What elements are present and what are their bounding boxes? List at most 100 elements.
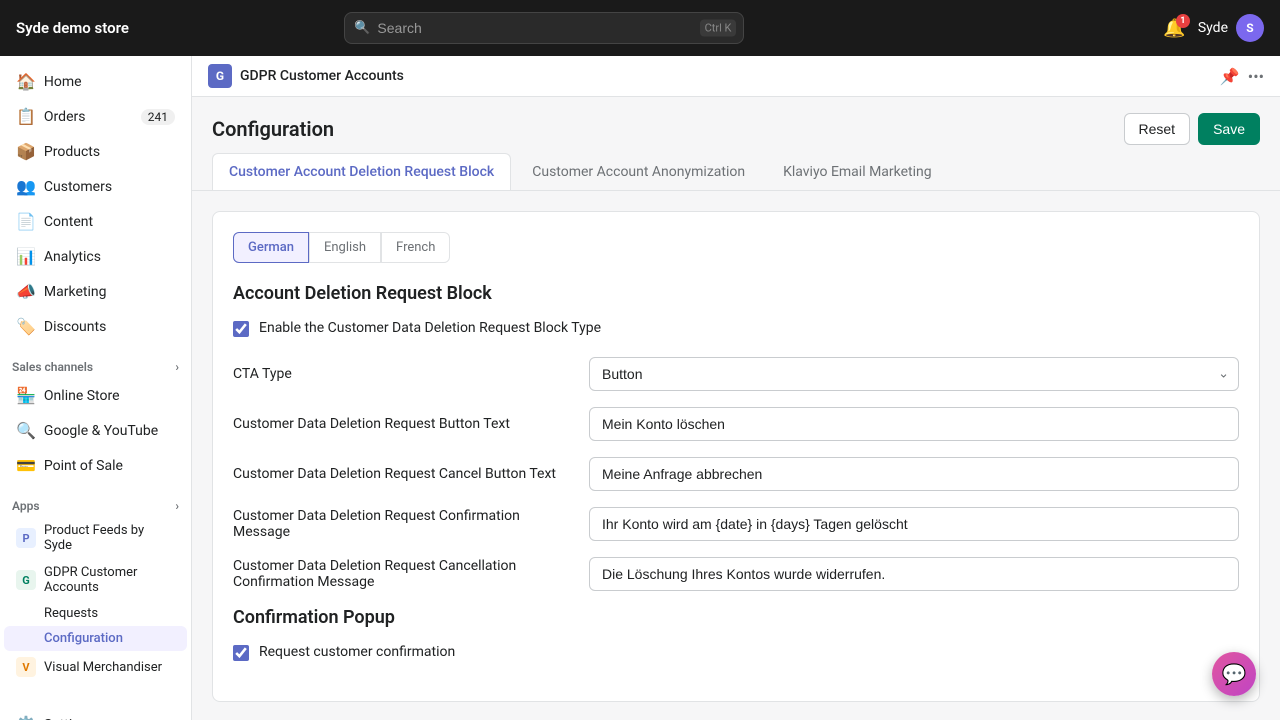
sidebar-label-orders: Orders [44, 109, 86, 125]
cancel-text-control [589, 457, 1239, 491]
sidebar-label-home: Home [44, 74, 82, 90]
marketing-icon: 📣 [16, 282, 36, 301]
button-text-row: Customer Data Deletion Request Button Te… [233, 407, 1239, 441]
cta-type-control: Button Link Modal ⌄ [589, 357, 1239, 391]
lang-tab-english[interactable]: English [309, 232, 381, 263]
sidebar-settings-label: Settings [44, 717, 95, 720]
tab-anonymization[interactable]: Customer Account Anonymization [515, 153, 762, 190]
sidebar: 🏠 Home 📋 Orders 241 📦 Products 👥 Custome… [0, 56, 192, 720]
sidebar-label-pos: Point of Sale [44, 458, 123, 474]
popup-section-title: Confirmation Popup [233, 607, 1239, 628]
lang-tab-german[interactable]: German [233, 232, 309, 263]
notification-bell[interactable]: 🔔 1 [1163, 18, 1185, 39]
content-icon: 📄 [16, 212, 36, 231]
tab-deletion-request[interactable]: Customer Account Deletion Request Block [212, 153, 511, 190]
pin-icon[interactable]: 📌 [1220, 67, 1240, 86]
google-icon: 🔍 [16, 421, 36, 440]
reset-button[interactable]: Reset [1124, 113, 1191, 145]
sidebar-settings[interactable]: ⚙️ Settings [4, 707, 187, 720]
tabs-bar: Customer Account Deletion Request Block … [192, 153, 1280, 191]
topbar-brand: Syde demo store [16, 19, 129, 37]
topbar-right: 🔔 1 Syde S [1163, 14, 1264, 42]
confirmation-msg-row: Customer Data Deletion Request Confirmat… [233, 507, 1239, 541]
sidebar-app-gdpr[interactable]: G GDPR Customer Accounts [4, 559, 187, 601]
sidebar-item-home[interactable]: 🏠 Home [4, 64, 187, 99]
sidebar-label-marketing: Marketing [44, 284, 107, 300]
app-header-actions: 📌 ••• [1220, 67, 1264, 86]
sidebar-label-analytics: Analytics [44, 249, 101, 265]
sidebar-app-product-feeds[interactable]: P Product Feeds by Syde [4, 517, 187, 559]
sidebar-label-discounts: Discounts [44, 319, 106, 335]
user-name: Syde [1198, 20, 1228, 36]
confirmation-msg-control [589, 507, 1239, 541]
apps-expand[interactable]: › [175, 499, 179, 513]
discounts-icon: 🏷️ [16, 317, 36, 336]
sidebar-label-google-youtube: Google & YouTube [44, 423, 158, 439]
product-feeds-icon: P [16, 528, 36, 548]
apps-section-label: Apps › [0, 491, 191, 517]
main-content: G GDPR Customer Accounts 📌 ••• Configura… [192, 56, 1280, 720]
app-header-title: GDPR Customer Accounts [240, 68, 404, 84]
sidebar-item-discounts[interactable]: 🏷️ Discounts [4, 309, 187, 344]
sidebar-label-products: Products [44, 144, 100, 160]
lang-tab-french[interactable]: French [381, 232, 450, 263]
cancellation-msg-control [589, 557, 1239, 591]
sidebar-main-nav: 🏠 Home 📋 Orders 241 📦 Products 👥 Custome… [0, 64, 191, 344]
pos-icon: 💳 [16, 456, 36, 475]
enable-checkbox-label: Enable the Customer Data Deletion Reques… [259, 320, 601, 336]
sidebar-label-customers: Customers [44, 179, 112, 195]
layout: 🏠 Home 📋 Orders 241 📦 Products 👥 Custome… [0, 56, 1280, 720]
popup-checkbox-row: Request customer confirmation [233, 644, 1239, 661]
chat-button[interactable]: 💬 [1212, 652, 1256, 696]
button-text-control [589, 407, 1239, 441]
sidebar-item-content[interactable]: 📄 Content [4, 204, 187, 239]
sidebar-item-analytics[interactable]: 📊 Analytics [4, 239, 187, 274]
sidebar-app-label-product-feeds: Product Feeds by Syde [44, 523, 175, 553]
cancel-text-label: Customer Data Deletion Request Cancel Bu… [233, 466, 573, 482]
sidebar-item-products[interactable]: 📦 Products [4, 134, 187, 169]
products-icon: 📦 [16, 142, 36, 161]
cancel-text-input[interactable] [589, 457, 1239, 491]
sidebar-item-orders[interactable]: 📋 Orders 241 [4, 99, 187, 134]
confirmation-msg-input[interactable] [589, 507, 1239, 541]
sidebar-item-customers[interactable]: 👥 Customers [4, 169, 187, 204]
cta-type-label: CTA Type [233, 366, 573, 382]
enable-checkbox[interactable] [233, 321, 249, 337]
topbar: Syde demo store 🔍 Ctrl K 🔔 1 Syde S [0, 0, 1280, 56]
chat-icon: 💬 [1222, 662, 1247, 686]
popup-checkbox-label: Request customer confirmation [259, 644, 455, 660]
cta-type-select[interactable]: Button Link Modal [589, 357, 1239, 391]
sidebar-item-point-of-sale[interactable]: 💳 Point of Sale [4, 448, 187, 483]
confirmation-msg-label: Customer Data Deletion Request Confirmat… [233, 508, 573, 540]
save-button[interactable]: Save [1198, 113, 1260, 145]
user-menu[interactable]: Syde S [1198, 14, 1264, 42]
apps-label: Apps [12, 499, 40, 513]
sidebar-item-online-store[interactable]: 🏪 Online Store [4, 378, 187, 413]
notification-badge: 1 [1176, 14, 1190, 28]
home-icon: 🏠 [16, 72, 36, 91]
tab-klaviyo[interactable]: Klaviyo Email Marketing [766, 153, 949, 190]
sales-channels-expand[interactable]: › [175, 360, 179, 374]
customers-icon: 👥 [16, 177, 36, 196]
app-header-icon: G [208, 64, 232, 88]
sidebar-sub-configuration[interactable]: Configuration [4, 626, 187, 651]
sidebar-label-content: Content [44, 214, 93, 230]
online-store-icon: 🏪 [16, 386, 36, 405]
cancellation-msg-input[interactable] [589, 557, 1239, 591]
topbar-search: 🔍 Ctrl K [344, 12, 744, 44]
sidebar-app-visual-merchandiser[interactable]: V Visual Merchandiser [4, 651, 187, 683]
analytics-icon: 📊 [16, 247, 36, 266]
sidebar-sub-requests[interactable]: Requests [4, 601, 187, 626]
sidebar-item-marketing[interactable]: 📣 Marketing [4, 274, 187, 309]
page-actions: Reset Save [1124, 113, 1261, 145]
more-icon[interactable]: ••• [1248, 67, 1264, 86]
cancel-text-row: Customer Data Deletion Request Cancel Bu… [233, 457, 1239, 491]
button-text-input[interactable] [589, 407, 1239, 441]
sidebar-item-google-youtube[interactable]: 🔍 Google & YouTube [4, 413, 187, 448]
sales-channels-label: Sales channels [12, 360, 93, 374]
avatar: S [1236, 14, 1264, 42]
cta-type-select-wrap: Button Link Modal ⌄ [589, 357, 1239, 391]
search-shortcut: Ctrl K [700, 20, 737, 37]
popup-checkbox[interactable] [233, 645, 249, 661]
search-input[interactable] [344, 12, 744, 44]
